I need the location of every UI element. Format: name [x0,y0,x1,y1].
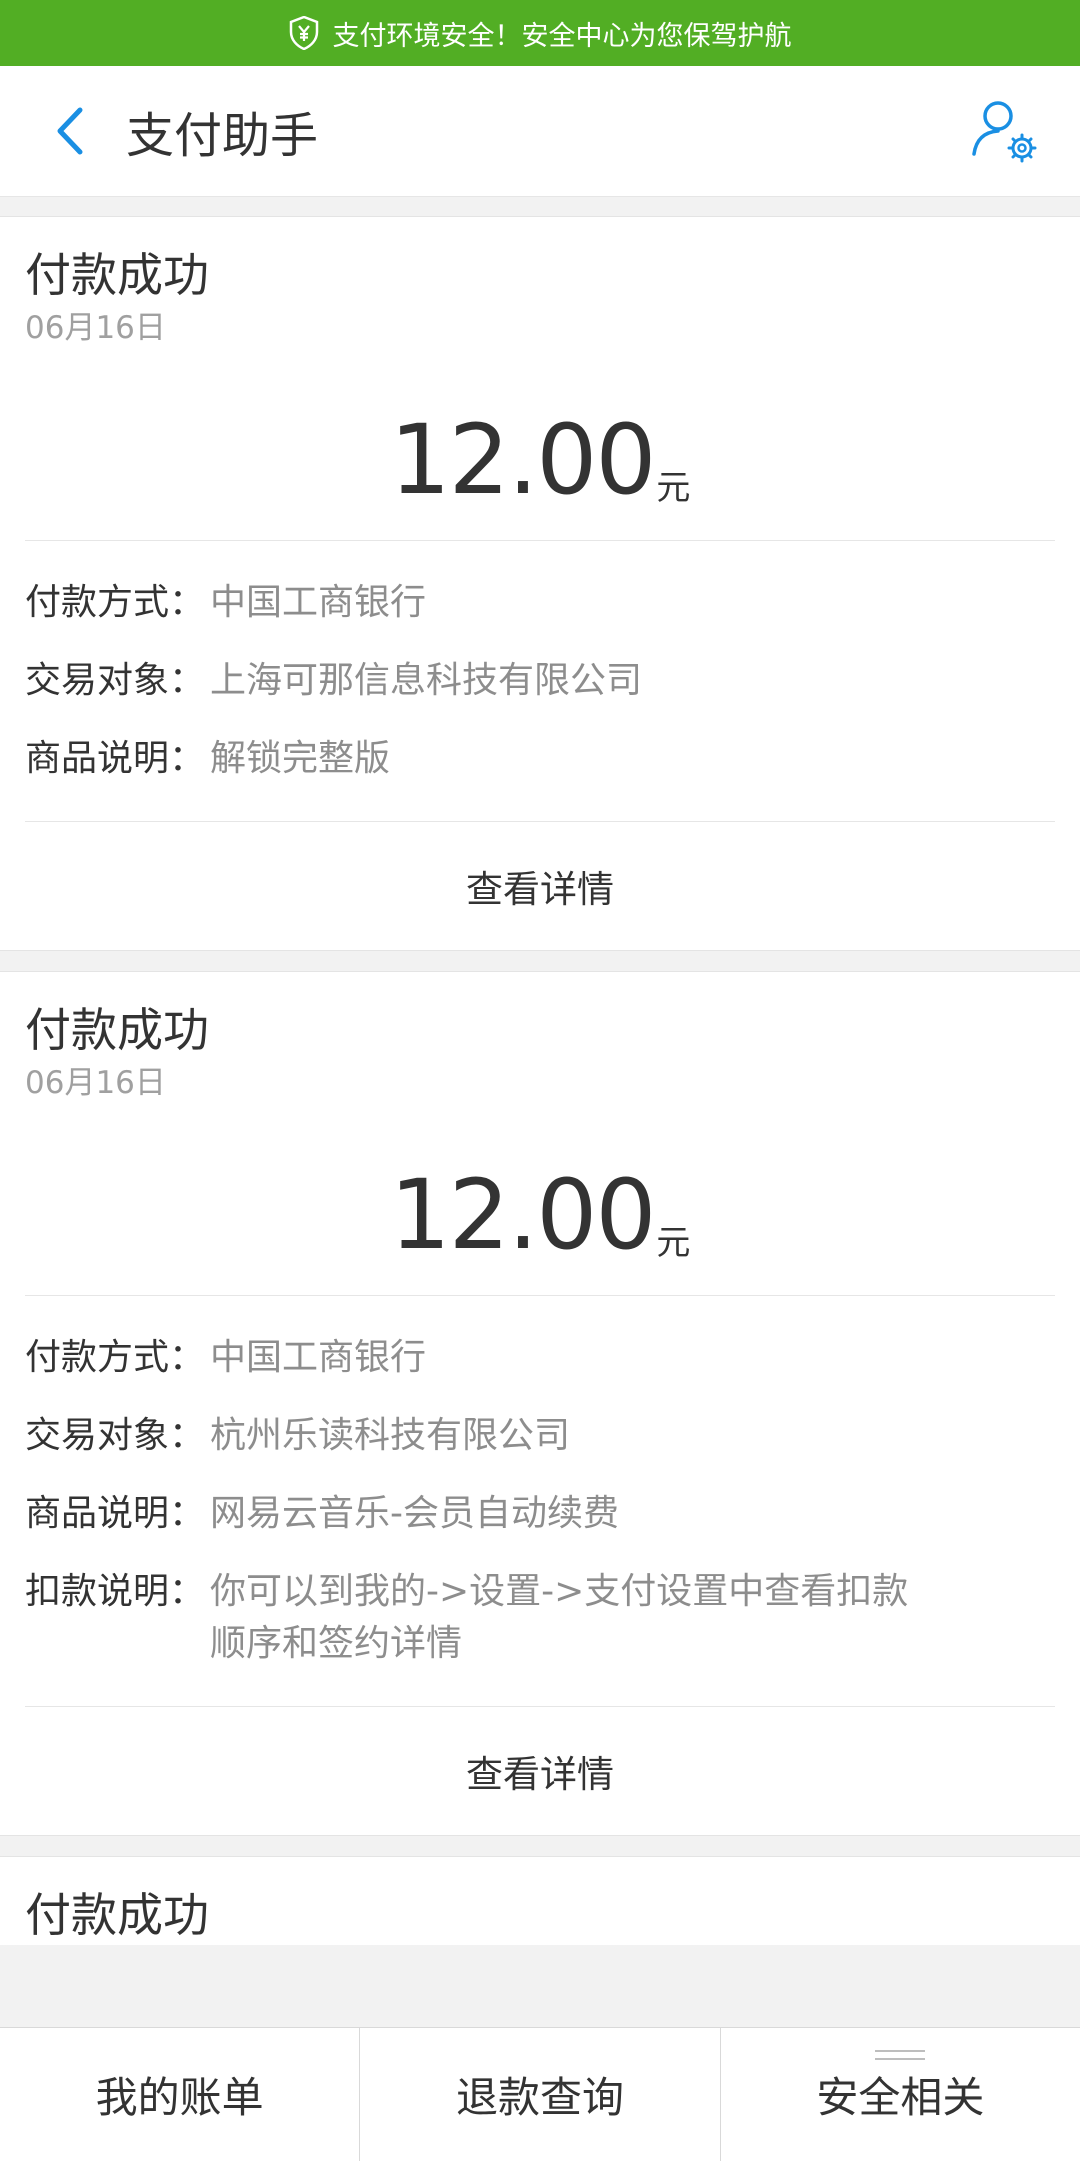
detail-label: 商品说明： [25,1493,206,1534]
detail-payment-method: 付款方式： 中国工商银行 [25,577,1055,629]
detail-value: 上海可那信息科技有限公司 [210,660,643,701]
page-title: 支付助手 [126,108,319,164]
detail-value: 中国工商银行 [210,582,427,623]
tab-security[interactable]: 安全相关 [719,2028,1080,2161]
payment-date: 06月16日 [25,1065,166,1101]
back-button[interactable] [40,101,100,161]
detail-label: 付款方式： [25,582,206,623]
amount-unit: 元 [656,468,691,508]
detail-product: 商品说明： 网易云音乐-会员自动续费 [25,1488,1055,1540]
detail-payment-method: 付款方式： 中国工商银行 [25,1332,1055,1384]
back-arrow-icon [57,107,83,155]
detail-value: 杭州乐读科技有限公司 [210,1415,571,1456]
view-details-button[interactable]: 查看详情 [25,822,1055,950]
tab-my-bills[interactable]: 我的账单 [0,2028,359,2161]
bottom-tab-bar: 我的账单 退款查询 安全相关 [0,2027,1080,2161]
message-list[interactable]: 付款成功 06月16日 12.00 元 付款方式： 中国工商银行 交易对象： 上… [0,216,1080,1965]
app-bar: 支付助手 [0,66,1080,197]
detail-deduction-note: 扣款说明： 你可以到我的->设置->支付设置中查看扣款顺序和签约详情 [25,1566,1055,1670]
detail-value: 网易云音乐-会员自动续费 [210,1493,619,1534]
detail-label: 交易对象： [25,660,206,701]
payment-card: 付款成功 06月16日 12.00 元 付款方式： 中国工商银行 交易对象： 杭… [0,971,1080,1836]
user-settings-button[interactable] [970,96,1040,166]
detail-value: 中国工商银行 [210,1337,427,1378]
security-banner[interactable]: 支付环境安全！安全中心为您保驾护航 [0,0,1080,66]
menu-lines-icon [875,2050,926,2060]
detail-value: 解锁完整版 [210,738,391,779]
shield-yen-icon [289,15,319,51]
payment-details: 付款方式： 中国工商银行 交易对象： 上海可那信息科技有限公司 商品说明： 解锁… [25,541,1055,822]
payment-status: 付款成功 [25,248,209,302]
detail-counterparty: 交易对象： 上海可那信息科技有限公司 [25,655,1055,707]
view-details-button[interactable]: 查看详情 [25,1707,1055,1835]
detail-label: 交易对象： [25,1415,206,1456]
amount-unit: 元 [656,1223,691,1263]
detail-label: 商品说明： [25,738,206,779]
detail-value: 你可以到我的->设置->支付设置中查看扣款顺序和签约详情 [210,1571,909,1664]
detail-label: 扣款说明： [25,1571,206,1612]
security-banner-text: 支付环境安全！安全中心为您保驾护航 [332,20,792,52]
payment-details: 付款方式： 中国工商银行 交易对象： 杭州乐读科技有限公司 商品说明： 网易云音… [25,1296,1055,1707]
payment-amount: 12.00 [389,404,657,516]
tab-security-label: 安全相关 [816,2073,985,2122]
payment-date: 06月16日 [25,310,166,346]
payment-status: 付款成功 [25,1003,209,1057]
detail-product: 商品说明： 解锁完整版 [25,733,1055,785]
payment-card: 付款成功 06月16日 12.00 元 付款方式： 中国工商银行 交易对象： 上… [0,216,1080,951]
tab-refund-query[interactable]: 退款查询 [359,2028,719,2161]
payment-card: 付款成功 [0,1856,1080,1945]
amount-row: 12.00 元 [25,351,1055,541]
detail-label: 付款方式： [25,1337,206,1378]
payment-status: 付款成功 [25,1888,209,1942]
payment-amount: 12.00 [389,1159,657,1271]
detail-counterparty: 交易对象： 杭州乐读科技有限公司 [25,1410,1055,1462]
amount-row: 12.00 元 [25,1106,1055,1296]
user-settings-icon [972,101,1037,163]
